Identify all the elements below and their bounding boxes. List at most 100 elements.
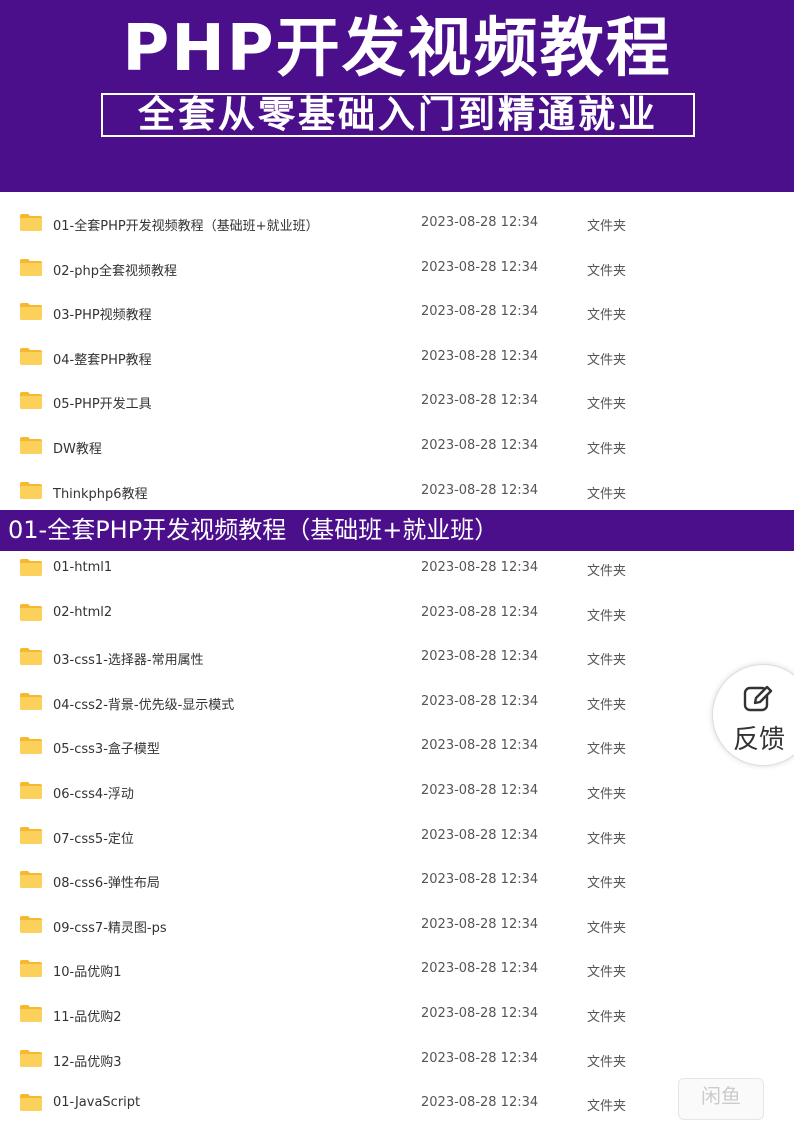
- file-date: 2023-08-28 12:34: [421, 649, 539, 665]
- file-name: 12-品优购3: [53, 1054, 122, 1070]
- file-date: 2023-08-28 12:34: [421, 961, 539, 977]
- banner-title: PHP开发视频教程: [122, 12, 672, 86]
- file-type: 文件夹: [587, 1099, 627, 1115]
- file-row[interactable]: 02-html2 2023-08-28 12:34 文件夹: [0, 591, 794, 635]
- file-name: 06-css4-浮动: [53, 787, 134, 802]
- file-row[interactable]: 03-css1-选择器-常用属性 2023-08-28 12:34 文件夹: [0, 635, 794, 679]
- file-name: 11-品优购2: [53, 1010, 122, 1025]
- file-name: 07-css5-定位: [53, 831, 134, 847]
- file-name: 02-php全套视频教程: [53, 263, 177, 279]
- folder-icon: [19, 736, 43, 755]
- file-row[interactable]: 04-css2-背景-优先级-显示模式 2023-08-28 12:34 文件夹: [0, 680, 794, 724]
- file-name: 09-css7-精灵图-ps: [53, 920, 167, 936]
- file-row[interactable]: 04-整套PHP教程 2023-08-28 12:34 文件夹: [0, 335, 794, 379]
- file-name: 02-html2: [53, 604, 113, 620]
- file-name: 03-css1-选择器-常用属性: [53, 653, 204, 669]
- file-name: Thinkphp6教程: [53, 486, 148, 502]
- file-row[interactable]: 02-php全套视频教程 2023-08-28 12:34 文件夹: [0, 246, 794, 290]
- banner-subtitle: 全套从零基础入门到精通就业: [101, 93, 695, 137]
- file-type: 文件夹: [587, 831, 627, 847]
- file-name: 01-html1: [53, 560, 113, 575]
- folder-icon: [19, 481, 43, 500]
- folder-icon: [19, 558, 43, 577]
- file-row[interactable]: 06-css4-浮动 2023-08-28 12:34 文件夹: [0, 769, 794, 813]
- folder-icon: [19, 213, 43, 232]
- file-date: 2023-08-28 12:34: [421, 1006, 539, 1021]
- file-date: 2023-08-28 12:34: [421, 1050, 539, 1066]
- folder-icon: [19, 826, 43, 845]
- folder-icon: [19, 1049, 43, 1068]
- section-title: 01-全套PHP开发视频教程（基础班+就业班）: [0, 510, 794, 551]
- file-type: 文件夹: [587, 876, 627, 892]
- file-name: 05-PHP开发工具: [53, 397, 152, 413]
- file-name: 08-css6-弹性布局: [53, 876, 160, 892]
- folder-icon: [19, 915, 43, 934]
- file-type: 文件夹: [587, 697, 627, 713]
- feedback-label: 反馈: [733, 725, 786, 755]
- file-date: 2023-08-28 12:34: [421, 738, 539, 754]
- file-row[interactable]: DW教程 2023-08-28 12:34 文件夹: [0, 424, 794, 468]
- file-type: 文件夹: [587, 564, 627, 579]
- file-row[interactable]: 12-品优购3 2023-08-28 12:34 文件夹: [0, 1037, 794, 1081]
- file-type: 文件夹: [587, 442, 627, 457]
- file-date: 2023-08-28 12:34: [421, 872, 539, 888]
- file-type: 文件夹: [587, 742, 627, 758]
- file-name: DW教程: [53, 442, 102, 457]
- folder-icon: [19, 870, 43, 889]
- file-type: 文件夹: [587, 965, 627, 981]
- file-date: 2023-08-28 12:34: [421, 482, 539, 498]
- file-row[interactable]: 09-css7-精灵图-ps 2023-08-28 12:34 文件夹: [0, 903, 794, 947]
- file-type: 文件夹: [587, 352, 627, 368]
- file-type: 文件夹: [587, 308, 627, 324]
- file-row[interactable]: 01-JavaScript 2023-08-28 12:34 文件夹: [0, 1081, 794, 1125]
- file-date: 2023-08-28 12:34: [421, 1095, 539, 1111]
- file-date: 2023-08-28 12:34: [421, 393, 539, 409]
- folder-icon: [19, 258, 43, 277]
- file-date: 2023-08-28 12:34: [421, 259, 539, 275]
- file-row[interactable]: 05-PHP开发工具 2023-08-28 12:34 文件夹: [0, 379, 794, 423]
- file-type: 文件夹: [587, 263, 627, 279]
- file-date: 2023-08-28 12:34: [421, 783, 539, 798]
- folder-icon: [19, 1004, 43, 1023]
- file-date: 2023-08-28 12:34: [421, 693, 539, 709]
- folder-icon: [19, 603, 43, 622]
- file-row[interactable]: 08-css6-弹性布局 2023-08-28 12:34 文件夹: [0, 858, 794, 902]
- file-type: 文件夹: [587, 1054, 627, 1070]
- folder-icon: [19, 647, 43, 666]
- folder-icon: [19, 347, 43, 366]
- folder-icon: [19, 959, 43, 978]
- file-row[interactable]: 07-css5-定位 2023-08-28 12:34 文件夹: [0, 814, 794, 858]
- corner-badge: 闲鱼: [678, 1078, 764, 1120]
- file-name: 01-全套PHP开发视频教程（基础班+就业班）: [53, 219, 319, 234]
- file-date: 2023-08-28 12:34: [421, 827, 539, 843]
- file-type: 文件夹: [587, 920, 627, 936]
- file-date: 2023-08-28 12:34: [421, 560, 539, 575]
- file-date: 2023-08-28 12:34: [421, 916, 539, 932]
- file-name: 03-PHP视频教程: [53, 308, 152, 324]
- folder-icon: [19, 391, 43, 410]
- file-row[interactable]: 01-html1 2023-08-28 12:34 文件夹: [0, 546, 794, 590]
- file-type: 文件夹: [587, 219, 627, 234]
- file-date: 2023-08-28 12:34: [421, 348, 539, 364]
- file-name: 10-品优购1: [53, 965, 122, 981]
- folder-icon: [19, 436, 43, 455]
- file-row[interactable]: 03-PHP视频教程 2023-08-28 12:34 文件夹: [0, 290, 794, 334]
- folder-icon: [19, 1093, 43, 1112]
- file-row[interactable]: 01-全套PHP开发视频教程（基础班+就业班） 2023-08-28 12:34 文…: [0, 201, 794, 245]
- folder-icon: [19, 781, 43, 800]
- file-row[interactable]: 05-css3-盒子模型 2023-08-28 12:34 文件夹: [0, 724, 794, 768]
- file-row[interactable]: 11-品优购2 2023-08-28 12:34 文件夹: [0, 992, 794, 1036]
- file-name: 04-css2-背景-优先级-显示模式: [53, 697, 235, 713]
- file-type: 文件夹: [587, 787, 627, 802]
- folder-icon: [19, 302, 43, 321]
- file-row[interactable]: Thinkphp6教程 2023-08-28 12:34 文件夹: [0, 469, 794, 513]
- edit-icon: [743, 685, 773, 712]
- banner: PHP开发视频教程 全套从零基础入门到精通就业: [0, 0, 794, 192]
- file-type: 文件夹: [587, 397, 627, 413]
- folder-icon: [19, 692, 43, 711]
- file-type: 文件夹: [587, 608, 627, 624]
- file-date: 2023-08-28 12:34: [421, 438, 539, 453]
- file-type: 文件夹: [587, 1010, 627, 1025]
- file-row[interactable]: 10-品优购1 2023-08-28 12:34 文件夹: [0, 947, 794, 991]
- file-name: 04-整套PHP教程: [53, 352, 152, 368]
